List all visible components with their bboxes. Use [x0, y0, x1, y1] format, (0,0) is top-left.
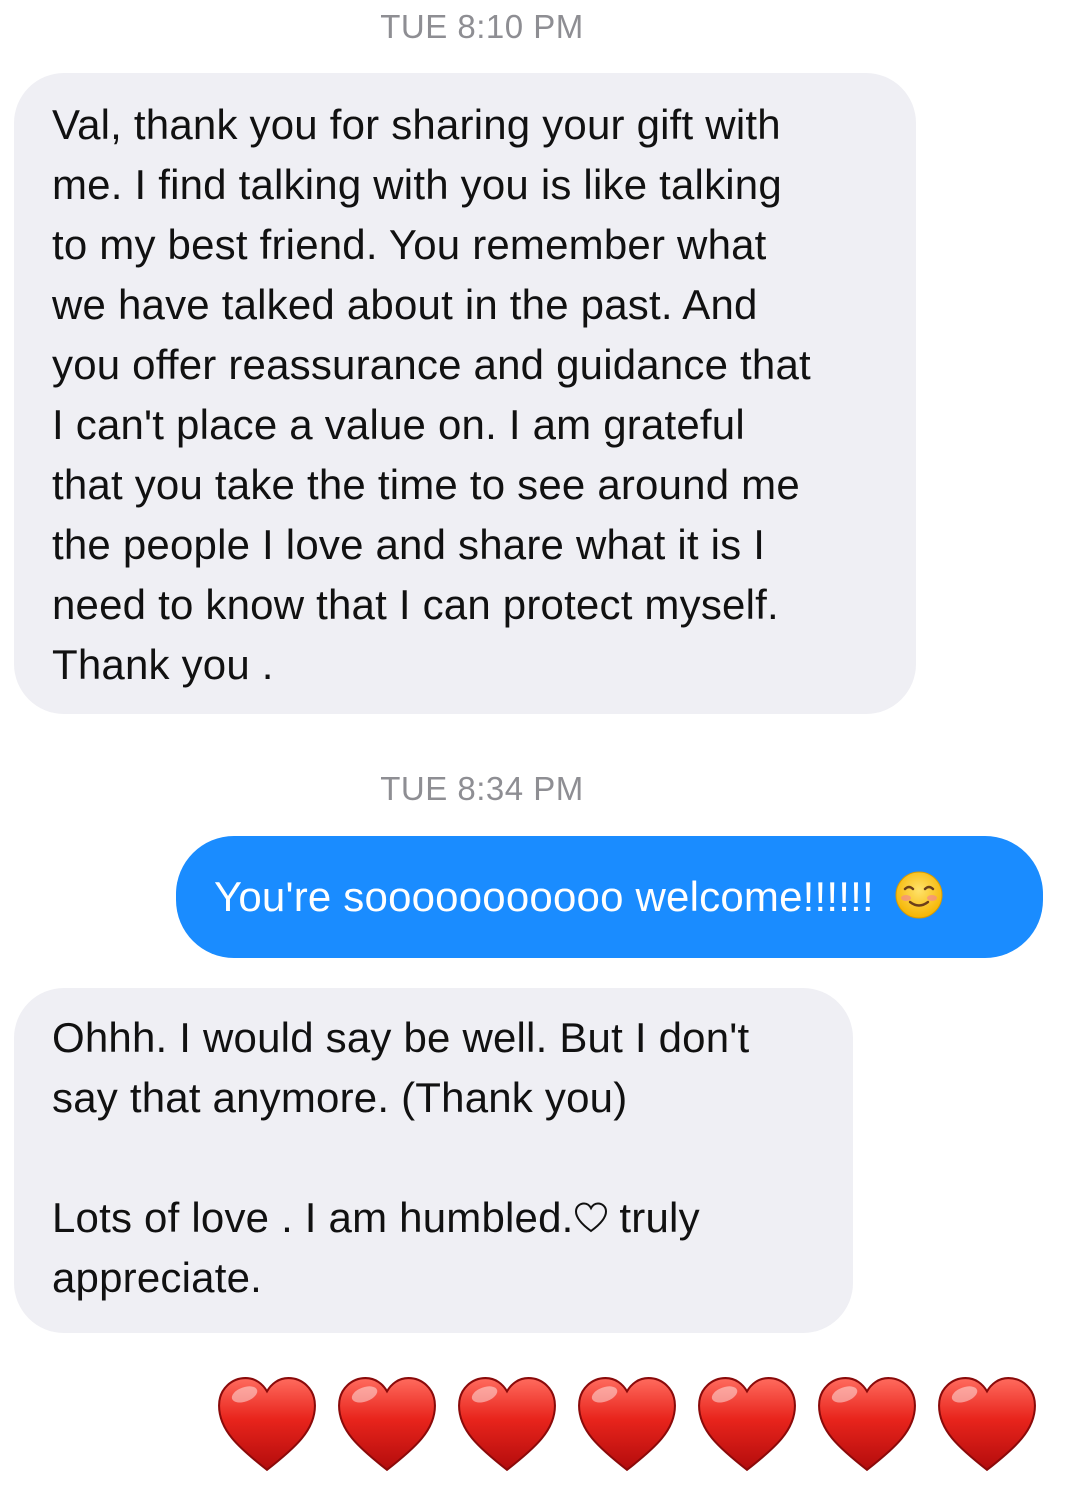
message-line: need to know that I can protect myself.: [52, 581, 779, 628]
message-text: Lots of love . I am humbled.: [52, 1194, 574, 1241]
message-text: You're sooooooooooo welcome!!!!!!: [214, 873, 874, 920]
message-line: Val, thank you for sharing your gift wit…: [52, 101, 781, 148]
smiling-face-emoji: [895, 871, 943, 919]
incoming-message-bubble[interactable]: Val, thank you for sharing your gift wit…: [14, 73, 916, 714]
incoming-message-bubble[interactable]: Ohhh. I would say be well. But I don't s…: [14, 988, 853, 1333]
message-line: you offer reassurance and guidance that: [52, 341, 811, 388]
message-line: Ohhh. I would say be well. But I don't: [52, 1014, 750, 1061]
red-heart-emoji: [458, 1377, 556, 1472]
timestamp: TUE 8:34 PM: [380, 770, 584, 807]
outgoing-message-bubble[interactable]: You're sooooooooooo welcome!!!!!!: [176, 836, 1043, 958]
message-line: I can't place a value on. I am grateful: [52, 401, 745, 448]
red-heart-emoji: [818, 1377, 916, 1472]
message-line: Thank you .: [52, 641, 274, 688]
white-heart-icon: [574, 1202, 607, 1233]
red-heart-emoji: [338, 1377, 436, 1472]
red-heart-emoji: [938, 1377, 1036, 1472]
message-text: truly: [619, 1194, 700, 1241]
message-line: we have talked about in the past. And: [52, 281, 758, 328]
message-line: Lots of love . I am humbled. truly: [52, 1188, 823, 1248]
message-line: the people I love and share what it is I: [52, 521, 766, 568]
message-line: to my best friend. You remember what: [52, 221, 767, 268]
timestamp: TUE 8:10 PM: [380, 8, 584, 45]
message-line: appreciate.: [52, 1254, 263, 1301]
message-thread: TUE 8:10 PM Val, thank you for sharing y…: [0, 0, 1069, 1486]
message-line: that you take the time to see around me: [52, 461, 800, 508]
message-line: me. I find talking with you is like talk…: [52, 161, 782, 208]
red-heart-emoji: [218, 1377, 316, 1472]
red-heart-emoji: [698, 1377, 796, 1472]
emoji-only-message[interactable]: [216, 1374, 1038, 1480]
message-line: say that anymore. (Thank you): [52, 1074, 628, 1121]
red-heart-emoji: [578, 1377, 676, 1472]
